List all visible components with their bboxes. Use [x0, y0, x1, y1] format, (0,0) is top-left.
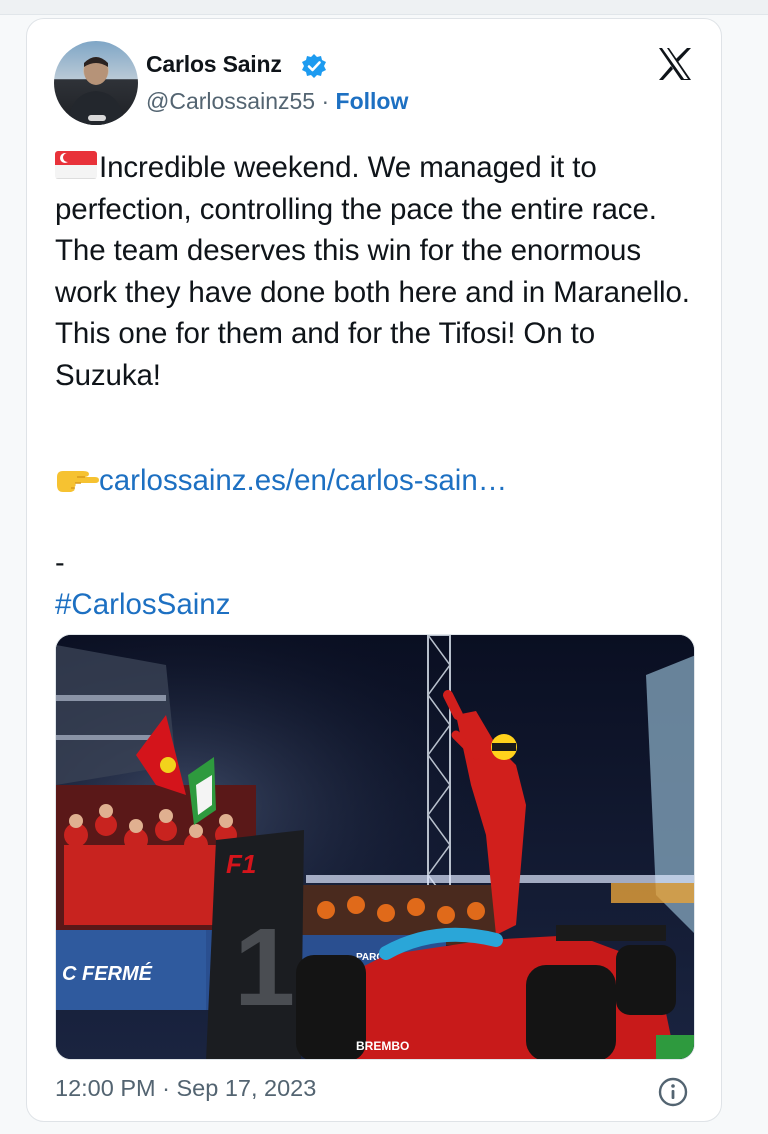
x-logo-icon[interactable]	[657, 47, 693, 81]
tweet-text: Incredible weekend. We managed it to per…	[55, 151, 690, 392]
tweet-body: Incredible weekend. We managed it to per…	[55, 147, 705, 396]
handle-row: @Carlossainz55 · Follow	[146, 88, 408, 115]
dash-separator: -	[55, 547, 65, 579]
podium-number: 1	[234, 906, 295, 1029]
hashtag-link[interactable]: #CarlosSainz	[55, 588, 230, 622]
barrier-banner-text: C FERMÉ	[62, 962, 153, 985]
tweet-link[interactable]: carlossainz.es/en/carlos-sain…	[55, 463, 507, 498]
tweet-photo[interactable]: C FERMÉ PARC FERM F1 1 BREMBO	[55, 634, 695, 1060]
link-text[interactable]: carlossainz.es/en/carlos-sain…	[99, 464, 507, 497]
follow-button[interactable]: Follow	[336, 88, 409, 114]
verified-badge-icon	[302, 54, 326, 78]
podium-photo-illustration: C FERMÉ PARC FERM F1 1 BREMBO	[56, 635, 694, 1059]
svg-text:F1: F1	[226, 849, 256, 879]
info-icon[interactable]	[657, 1076, 689, 1108]
svg-text:BREMBO: BREMBO	[356, 1039, 409, 1053]
tweet-timestamp[interactable]: 12:00 PM · Sep 17, 2023	[55, 1075, 316, 1102]
tweet-card[interactable]: Carlos Sainz @Carlossainz55 · Follow Inc…	[26, 18, 722, 1122]
separator: ·	[315, 88, 336, 114]
author-name[interactable]: Carlos Sainz	[146, 51, 282, 78]
singapore-flag-icon	[55, 151, 97, 179]
author-handle[interactable]: @Carlossainz55	[146, 88, 315, 114]
top-edge	[0, 0, 768, 15]
pointing-hand-icon	[57, 471, 99, 492]
avatar[interactable]	[54, 41, 138, 125]
